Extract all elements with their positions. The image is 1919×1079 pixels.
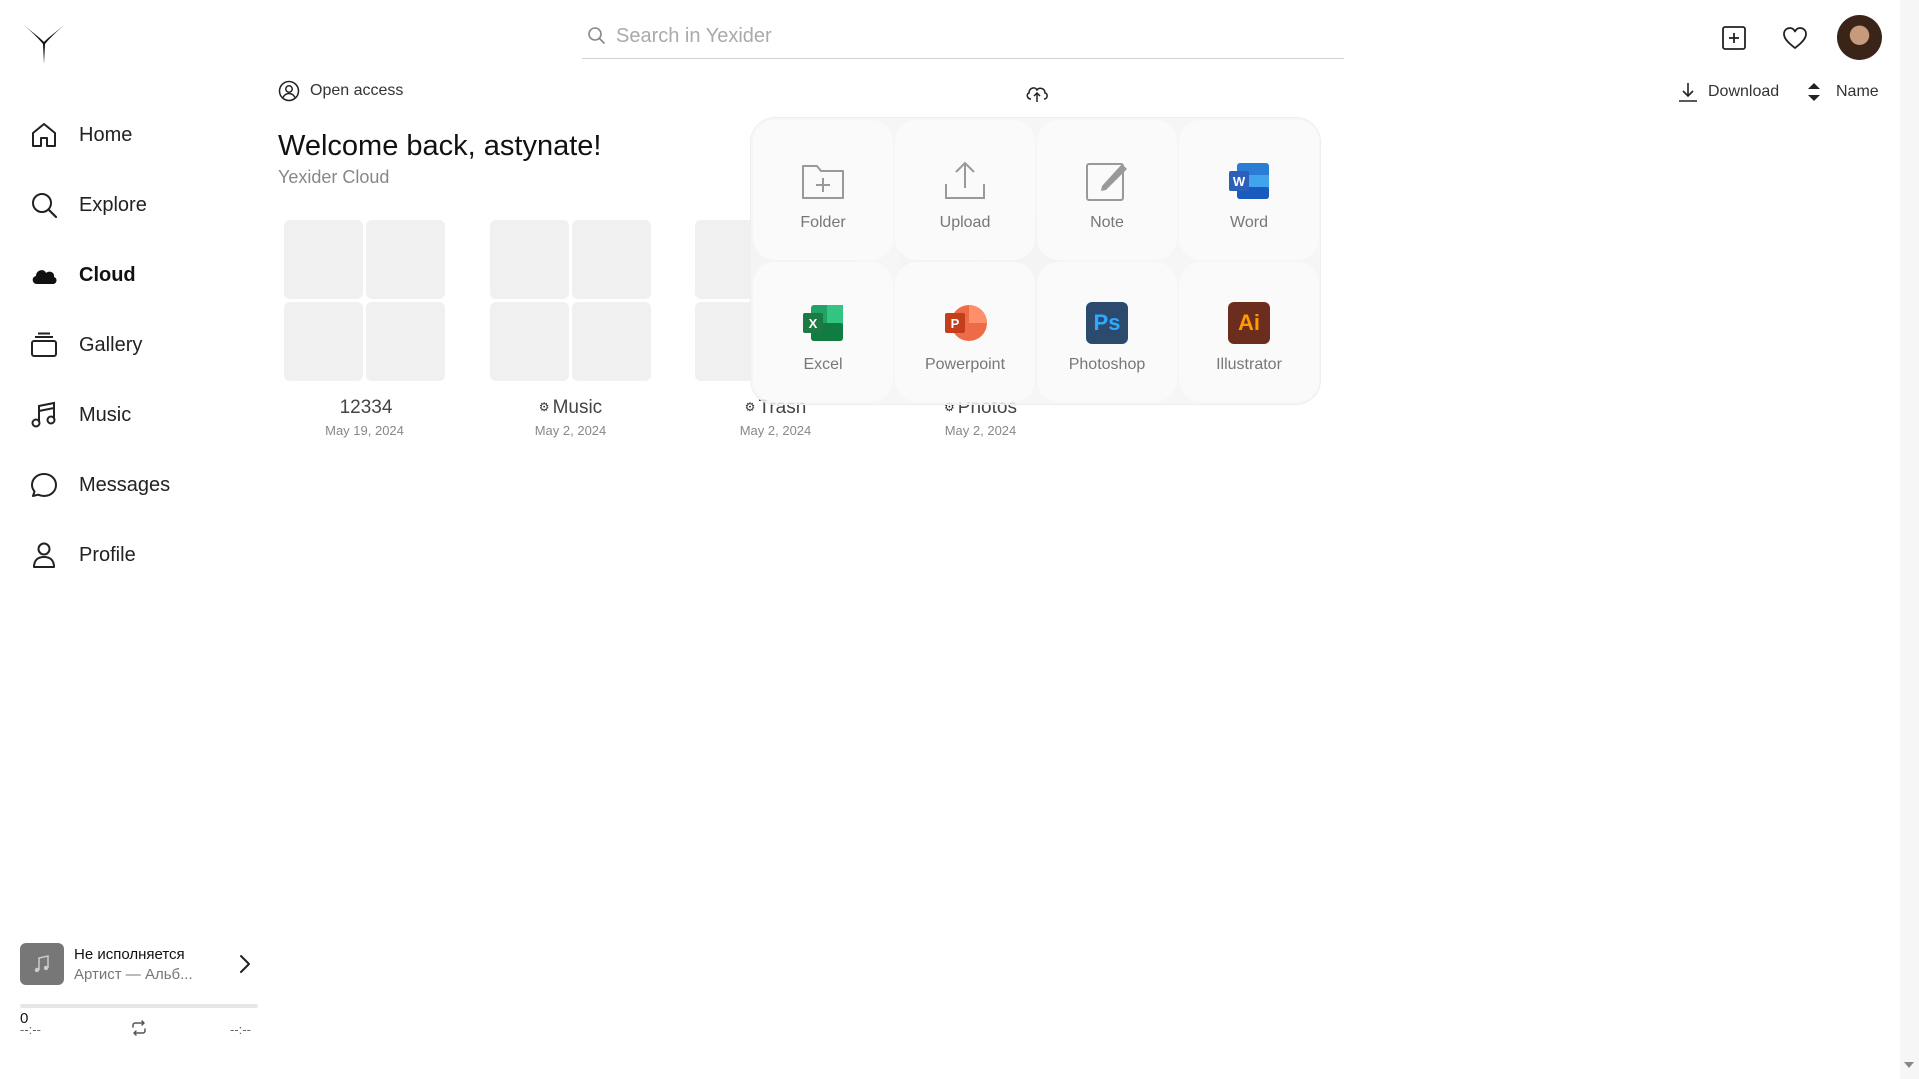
sidebar-item-cloud[interactable]: Cloud	[28, 240, 248, 310]
gallery-icon	[28, 329, 60, 361]
sort-label: Name	[1836, 83, 1879, 100]
tile-label: Folder	[800, 214, 846, 231]
sidebar-item-label: Home	[79, 123, 133, 146]
sort-button[interactable]: Name	[1806, 80, 1879, 104]
create-photoshop-button[interactable]: Ps Photoshop	[1037, 262, 1177, 402]
music-icon	[28, 399, 60, 431]
search-input[interactable]	[616, 24, 1316, 48]
page-scrollbar[interactable]	[1900, 0, 1919, 1079]
chevron-right-icon[interactable]	[235, 952, 255, 976]
sidebar-item-label: Explore	[79, 193, 147, 216]
album-cover[interactable]	[20, 943, 64, 985]
excel-icon: X	[800, 300, 846, 346]
add-button[interactable]	[1718, 22, 1750, 54]
gear-icon: ⚙	[744, 400, 756, 414]
sidebar-item-messages[interactable]: Messages	[28, 450, 248, 520]
folder-item[interactable]: ⚙ Music May 2, 2024	[488, 220, 653, 438]
sidebar-item-label: Cloud	[79, 263, 136, 286]
download-icon	[1676, 80, 1700, 104]
search-bar	[582, 14, 1344, 59]
avatar[interactable]	[1837, 15, 1882, 60]
svg-text:X: X	[809, 316, 818, 331]
folder-date: May 2, 2024	[944, 423, 1017, 438]
open-access-label: Open access	[310, 82, 404, 99]
heart-icon	[1783, 27, 1807, 49]
upload-file-button[interactable]: Upload	[895, 120, 1035, 260]
svg-text:W: W	[1233, 174, 1246, 189]
track-title: Не исполняется	[74, 946, 185, 963]
sidebar-item-profile[interactable]: Profile	[28, 520, 248, 590]
tile-label: Excel	[803, 356, 843, 373]
sidebar-item-gallery[interactable]: Gallery	[28, 310, 248, 380]
folder-date: May 19, 2024	[325, 423, 404, 438]
tile-label: Illustrator	[1216, 356, 1282, 373]
create-note-button[interactable]: Note	[1037, 120, 1177, 260]
note-edit-icon	[1084, 158, 1130, 204]
favorites-button[interactable]	[1779, 22, 1811, 54]
sidebar-item-home[interactable]: Home	[28, 100, 248, 170]
page-title: Welcome back, astynate!	[278, 130, 602, 162]
tile-label: Photoshop	[1068, 356, 1146, 373]
folder-date: May 2, 2024	[739, 423, 812, 438]
tile-label: Powerpoint	[924, 356, 1006, 373]
create-menu: Folder Upload Note W Word X Excel P Powe…	[751, 118, 1320, 404]
sidebar-item-explore[interactable]: Explore	[28, 170, 248, 240]
app-logo[interactable]	[18, 18, 70, 66]
folder-thumbnail	[490, 220, 651, 381]
powerpoint-icon: P	[942, 300, 988, 346]
scroll-down-arrow-icon[interactable]	[1904, 1062, 1914, 1068]
search-icon	[586, 25, 608, 47]
open-access-button[interactable]: Open access	[278, 80, 403, 102]
user-icon	[28, 539, 60, 571]
svg-text:P: P	[951, 316, 960, 331]
create-illustrator-button[interactable]: Ai Illustrator	[1179, 262, 1319, 402]
repeat-icon[interactable]	[129, 1018, 149, 1038]
tile-label: Word	[1230, 214, 1268, 231]
tile-label: Upload	[939, 214, 991, 231]
time-total: --:--	[230, 1022, 251, 1037]
music-note-icon	[34, 955, 49, 973]
sidebar-item-label: Messages	[79, 473, 171, 496]
create-word-button[interactable]: W Word	[1179, 120, 1319, 260]
track-artist: Артист — Альб...	[74, 966, 193, 983]
mini-player: Не исполняется Артист — Альб... 0 --:-- …	[20, 940, 258, 1040]
cloud-upload-icon[interactable]	[1024, 82, 1050, 104]
search-icon	[28, 189, 60, 221]
sidebar-item-label: Profile	[79, 543, 136, 566]
folder-date: May 2, 2024	[534, 423, 607, 438]
cloud-icon	[28, 259, 60, 291]
illustrator-icon: Ai	[1226, 300, 1272, 346]
create-excel-button[interactable]: X Excel	[753, 262, 893, 402]
sidebar-item-label: Music	[79, 403, 132, 426]
folder-item[interactable]: 12334 May 19, 2024	[282, 220, 447, 438]
upload-icon	[942, 158, 988, 204]
create-powerpoint-button[interactable]: P Powerpoint	[895, 262, 1035, 402]
folder-name: 12334	[339, 397, 393, 418]
track-progress-bar[interactable]	[20, 1004, 258, 1008]
photoshop-icon: Ps	[1084, 300, 1130, 346]
sidebar-nav: Home Explore Cloud Gallery Music Message…	[28, 100, 248, 590]
time-current: --:--	[20, 1022, 41, 1037]
sort-icon	[1806, 80, 1822, 104]
folder-thumbnail	[284, 220, 445, 381]
folder-plus-icon	[800, 158, 846, 204]
create-folder-button[interactable]: Folder	[753, 120, 893, 260]
home-icon	[28, 119, 60, 151]
download-button[interactable]: Download	[1676, 80, 1779, 104]
folder-name: ⚙ Music	[538, 397, 603, 418]
message-icon	[28, 469, 60, 501]
tile-label: Note	[1090, 214, 1124, 231]
gear-icon: ⚙	[538, 400, 550, 414]
download-label: Download	[1708, 83, 1780, 100]
sidebar-item-label: Gallery	[79, 333, 143, 356]
plus-square-icon	[1722, 26, 1746, 50]
user-circle-icon	[278, 80, 300, 102]
word-icon: W	[1226, 158, 1272, 204]
page-subtitle: Yexider Cloud	[278, 167, 390, 187]
sidebar-item-music[interactable]: Music	[28, 380, 248, 450]
